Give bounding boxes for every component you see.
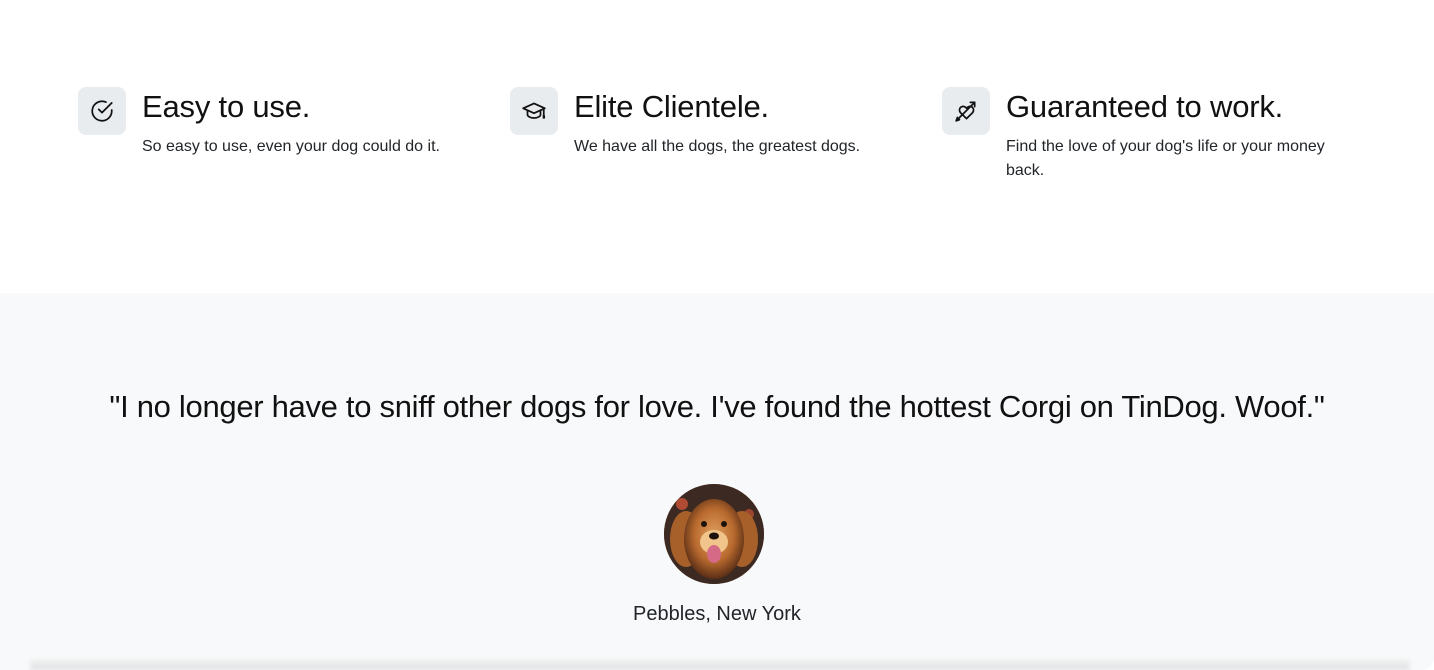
feature-description: Find the love of your dog's life or your… xyxy=(1006,138,1325,179)
feature-title: Guaranteed to work. xyxy=(1006,89,1284,124)
feature-description: We have all the dogs, the greatest dogs. xyxy=(574,138,861,155)
feature-title: Easy to use. xyxy=(142,89,311,124)
testimonial-author: Pebbles, New York xyxy=(633,603,801,625)
graduation-cap-icon xyxy=(510,87,558,135)
feature-description: So easy to use, even your dog could do i… xyxy=(142,138,440,155)
dog-photo-icon xyxy=(664,484,764,584)
testimonial-quote: "I no longer have to sniff other dogs fo… xyxy=(109,389,1325,424)
dog-avatar xyxy=(664,484,764,584)
heart-arrow-icon xyxy=(942,87,990,135)
check-circle-icon xyxy=(78,87,126,135)
card-shadow xyxy=(30,657,1410,670)
testimonial-section: "I no longer have to sniff other dogs fo… xyxy=(0,293,1434,670)
features-section: Easy to use. So easy to use, even your d… xyxy=(0,0,1434,293)
feature-title: Elite Clientele. xyxy=(574,89,769,124)
